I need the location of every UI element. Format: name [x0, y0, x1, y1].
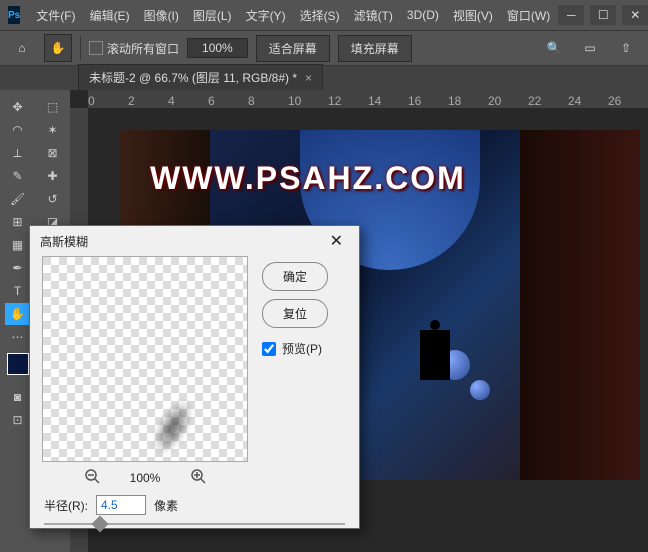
crop-tool[interactable]: ⟂ — [5, 142, 31, 164]
scroll-all-label: 滚动所有窗口 — [107, 40, 179, 57]
options-bar: ⌂ ✋ 滚动所有窗口 100% 适合屏幕 填充屏幕 🔍 ▭ ⇧ — [0, 30, 648, 66]
reset-button[interactable]: 复位 — [262, 299, 328, 328]
radius-slider[interactable] — [44, 523, 345, 525]
gradient-tool[interactable]: ▦ — [5, 234, 31, 256]
quick-select-tool[interactable]: ✶ — [40, 119, 66, 141]
menu-layer[interactable]: 图层(L) — [187, 3, 238, 28]
menu-image[interactable]: 图像(I) — [138, 3, 185, 28]
brush-tool[interactable]: 🖌 — [5, 188, 31, 210]
title-bar: Ps 文件(F) 编辑(E) 图像(I) 图层(L) 文字(Y) 选择(S) 滤… — [0, 0, 648, 30]
minimize-button[interactable]: ─ — [558, 5, 584, 25]
menu-select[interactable]: 选择(S) — [294, 3, 346, 28]
document-tabs: 未标题-2 @ 66.7% (图层 11, RGB/8#) * × — [0, 66, 648, 90]
hand-tool-icon[interactable]: ✋ — [44, 34, 72, 62]
fit-screen-button[interactable]: 适合屏幕 — [256, 35, 330, 62]
ok-button[interactable]: 确定 — [262, 262, 328, 291]
document-tab[interactable]: 未标题-2 @ 66.7% (图层 11, RGB/8#) * × — [78, 64, 323, 90]
canvas-image-detail — [520, 130, 640, 480]
eyedropper-tool[interactable]: ✎ — [5, 165, 31, 187]
dialog-title: 高斯模糊 — [40, 233, 88, 250]
radius-unit-label: 像素 — [154, 497, 178, 514]
menu-edit[interactable]: 编辑(E) — [84, 3, 136, 28]
home-icon[interactable]: ⌂ — [8, 34, 36, 62]
zoom-out-icon[interactable] — [84, 468, 100, 487]
gaussian-blur-dialog: 高斯模糊 ✕ 100% 确定 复位 预览(P) 半径(R): 像素 — [29, 225, 360, 529]
move-tool[interactable]: ✥ — [5, 96, 31, 118]
filter-preview[interactable] — [42, 256, 248, 462]
fill-screen-button[interactable]: 填充屏幕 — [338, 35, 412, 62]
horizontal-ruler: 02468101214161820222426 — [88, 90, 648, 108]
marquee-tool[interactable]: ⬚ — [40, 96, 66, 118]
foreground-color[interactable] — [7, 353, 29, 375]
preview-zoom-level: 100% — [130, 471, 161, 485]
screen-mode-tool[interactable]: ⊡ — [5, 409, 31, 431]
share-icon[interactable]: ⇧ — [612, 34, 640, 62]
workspace-icon[interactable]: ▭ — [576, 34, 604, 62]
preview-checkbox[interactable]: 预览(P) — [262, 340, 328, 357]
radius-input[interactable] — [96, 495, 146, 515]
zoom-level[interactable]: 100% — [187, 38, 248, 58]
zoom-in-icon[interactable] — [190, 468, 206, 487]
menu-file[interactable]: 文件(F) — [30, 3, 81, 28]
radius-label: 半径(R): — [44, 497, 88, 514]
menu-view[interactable]: 视图(V) — [447, 3, 499, 28]
hand-tool[interactable]: ✋ — [5, 303, 31, 325]
menu-window[interactable]: 窗口(W) — [501, 3, 556, 28]
close-tab-icon[interactable]: × — [305, 71, 312, 85]
preview-content — [145, 394, 201, 461]
search-icon[interactable]: 🔍 — [540, 34, 568, 62]
app-logo: Ps — [8, 6, 20, 24]
lasso-tool[interactable]: ◠ — [5, 119, 31, 141]
checkbox-icon — [89, 41, 103, 55]
clone-tool[interactable]: ⊞ — [5, 211, 31, 233]
healing-tool[interactable]: ✚ — [40, 165, 66, 187]
frame-tool[interactable]: ⊠ — [40, 142, 66, 164]
menu-3d[interactable]: 3D(D) — [401, 4, 445, 26]
maximize-button[interactable]: ☐ — [590, 5, 616, 25]
type-tool[interactable]: T — [5, 280, 31, 302]
watermark-text: WWW.PSAHZ.COM — [150, 160, 466, 197]
scroll-all-checkbox[interactable]: 滚动所有窗口 — [89, 40, 179, 57]
menu-type[interactable]: 文字(Y) — [240, 3, 292, 28]
checkbox-icon[interactable] — [262, 342, 276, 356]
close-button[interactable]: ✕ — [622, 5, 648, 25]
edit-toolbar[interactable]: ⋯ — [5, 326, 31, 348]
dialog-close-icon[interactable]: ✕ — [324, 229, 349, 253]
history-brush-tool[interactable]: ↺ — [40, 188, 66, 210]
pen-tool[interactable]: ✒ — [5, 257, 31, 279]
canvas-image-detail — [420, 330, 450, 380]
preview-checkbox-label: 预览(P) — [282, 340, 322, 357]
quick-mask-tool[interactable]: ◙ — [5, 386, 31, 408]
document-tab-label: 未标题-2 @ 66.7% (图层 11, RGB/8#) * — [89, 69, 297, 86]
canvas-image-detail — [470, 380, 490, 400]
menu-filter[interactable]: 滤镜(T) — [348, 3, 399, 28]
